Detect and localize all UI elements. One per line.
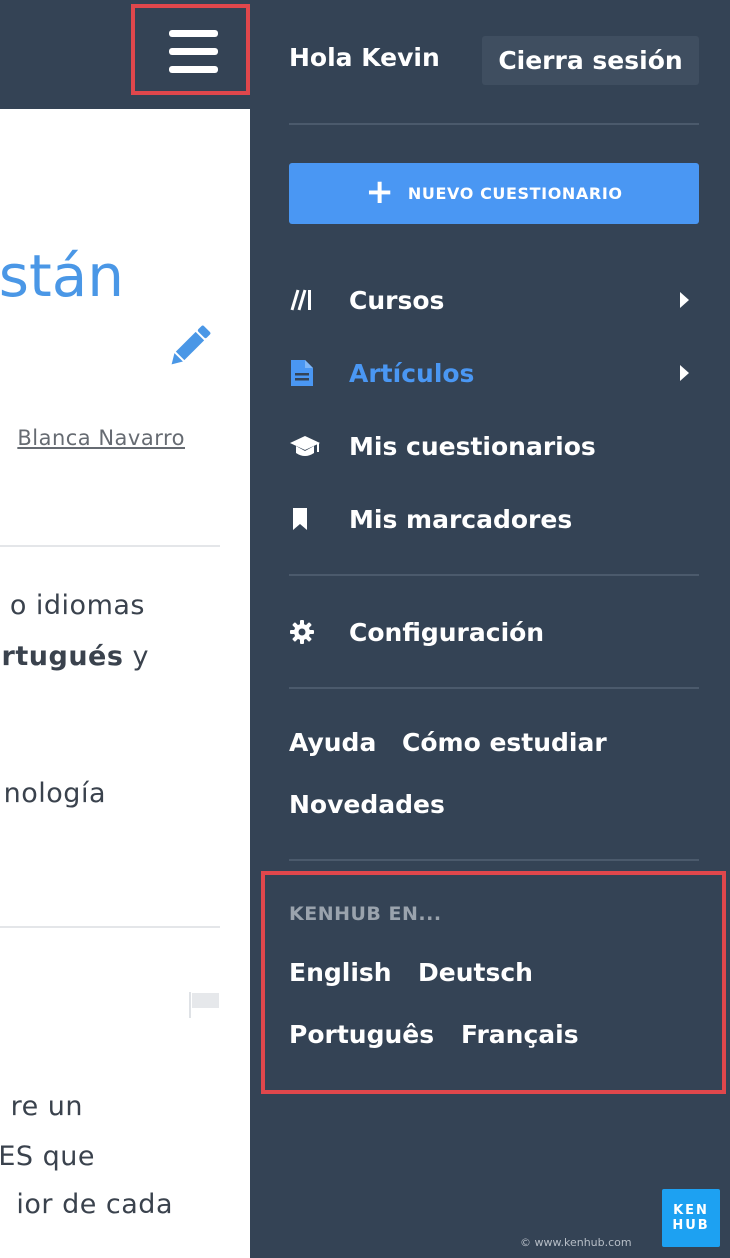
language-link-english[interactable]: English <box>289 958 392 987</box>
divider <box>289 574 699 576</box>
language-link-portugues[interactable]: Português <box>289 1020 434 1049</box>
hamburger-icon-bar <box>169 66 218 73</box>
divider <box>0 926 220 928</box>
nav-label: Configuración <box>349 617 545 647</box>
nav-label: Mis cuestionarios <box>349 431 596 461</box>
new-quiz-button[interactable]: + NUEVO CUESTIONARIO <box>289 163 699 224</box>
hamburger-icon <box>169 30 218 37</box>
logo-text-bottom: HUB <box>672 1218 710 1233</box>
article-icon <box>289 357 321 389</box>
new-quiz-label: NUEVO CUESTIONARIO <box>407 184 623 203</box>
chevron-right-icon <box>680 292 689 308</box>
how-to-study-link[interactable]: Cómo estudiar <box>402 728 607 757</box>
chevron-right-icon <box>680 365 689 381</box>
divider <box>0 545 220 547</box>
news-link[interactable]: Novedades <box>289 790 445 819</box>
navigation-drawer: Hola Kevin Cierra sesión + NUEVO CUESTIO… <box>250 0 730 1258</box>
language-link-deutsch[interactable]: Deutsch <box>418 958 533 987</box>
body-text: nología <box>3 778 106 809</box>
body-text: ES que <box>0 1141 95 1172</box>
author-link[interactable]: Blanca Navarro <box>17 426 185 450</box>
article-title: stán <box>0 242 124 310</box>
pencil-icon[interactable] <box>164 320 216 372</box>
nav-item-articles[interactable]: Artículos <box>289 348 699 398</box>
kenhub-logo[interactable]: KEN HUB <box>662 1189 720 1247</box>
body-text: rtugués y <box>2 641 149 672</box>
logo-text-top: KEN <box>673 1203 709 1218</box>
language-link-francais[interactable]: Français <box>461 1020 579 1049</box>
languages-heading: KENHUB EN... <box>289 903 442 925</box>
nav-label: Cursos <box>349 285 445 315</box>
nav-item-my-quizzes[interactable]: Mis cuestionarios <box>289 421 699 471</box>
nav-item-courses[interactable]: Cursos <box>289 275 699 325</box>
body-text: re un <box>10 1091 83 1122</box>
bold-text: rtugués <box>1 641 124 672</box>
courses-icon <box>289 284 321 316</box>
nav-item-bookmarks[interactable]: Mis marcadores <box>289 494 699 544</box>
plus-icon: + <box>365 171 394 212</box>
gear-icon <box>289 616 321 648</box>
body-text: ior de cada <box>16 1189 173 1220</box>
nav-label: Artículos <box>349 358 475 388</box>
article-page: stán Blanca Navarro o idiomas rtugués y … <box>0 0 250 1258</box>
divider <box>289 687 699 689</box>
divider <box>289 859 699 861</box>
body-text: o idiomas <box>9 590 145 621</box>
graduation-cap-icon <box>289 430 321 462</box>
bookmark-icon <box>289 503 321 535</box>
divider <box>289 123 699 125</box>
body-text-tail: y <box>123 641 149 672</box>
hamburger-icon-bar <box>169 48 218 55</box>
flag-icon[interactable] <box>187 990 221 1018</box>
logout-button[interactable]: Cierra sesión <box>482 36 699 85</box>
help-link[interactable]: Ayuda <box>289 728 376 757</box>
menu-toggle-button[interactable] <box>131 4 250 95</box>
nav-label: Mis marcadores <box>349 504 573 534</box>
copyright-text: © www.kenhub.com <box>520 1236 632 1249</box>
user-greeting: Hola Kevin <box>289 43 440 72</box>
nav-item-settings[interactable]: Configuración <box>289 607 699 657</box>
